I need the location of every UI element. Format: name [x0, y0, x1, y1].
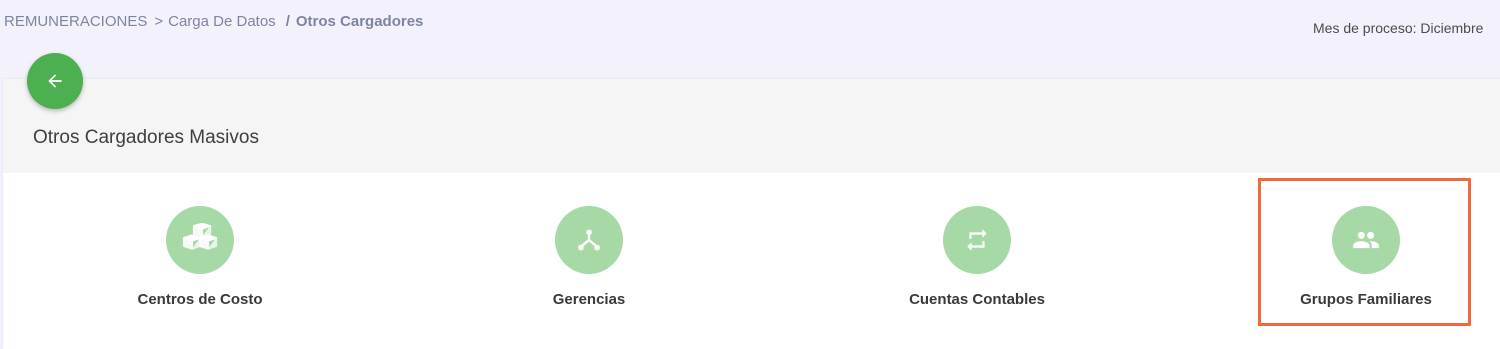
loader-label: Gerencias — [552, 291, 626, 308]
arrow-left-icon — [48, 74, 62, 88]
top-bar: REMUNERACIONES > Carga De Datos / Otros Carg… — [0, 0, 1500, 80]
loader-icon-circle — [1332, 206, 1400, 274]
people-icon — [1353, 231, 1379, 249]
breadcrumb: REMUNERACIONES > Carga De Datos / Otros Carg… — [4, 13, 423, 30]
loader-cuentas-contables[interactable]: Cuentas Contables — [827, 206, 1127, 316]
loader-centros-de-costo[interactable]: Centros de Costo — [50, 206, 350, 316]
loader-label: Centros de Costo — [137, 291, 263, 308]
loader-gerencias[interactable]: Gerencias — [439, 206, 739, 316]
card-title: Otros Cargadores Masivos — [33, 127, 259, 148]
hierarchy-icon — [578, 229, 600, 251]
loader-icon-circle — [555, 206, 623, 274]
repeat-icon — [967, 229, 987, 251]
loader-icon-circle — [166, 206, 234, 274]
loader-label: Grupos Familiares — [1300, 291, 1432, 308]
breadcrumb-separator: / — [285, 13, 290, 30]
breadcrumb-current: Otros Cargadores — [295, 13, 424, 30]
back-button[interactable] — [27, 53, 83, 109]
card-header: Otros Cargadores Masivos — [3, 79, 1500, 173]
loader-label: Cuentas Contables — [909, 291, 1045, 308]
breadcrumb-root[interactable]: REMUNERACIONES — [4, 13, 147, 30]
loader-icon-circle — [943, 206, 1011, 274]
breadcrumb-section[interactable]: Carga De Datos — [168, 13, 276, 30]
cubes-icon — [182, 223, 218, 250]
loader-grupos-familiares[interactable]: Grupos Familiares — [1216, 206, 1500, 316]
breadcrumb-separator: > — [154, 13, 164, 30]
process-month-label: Mes de proceso: Diciembre — [1313, 20, 1484, 36]
